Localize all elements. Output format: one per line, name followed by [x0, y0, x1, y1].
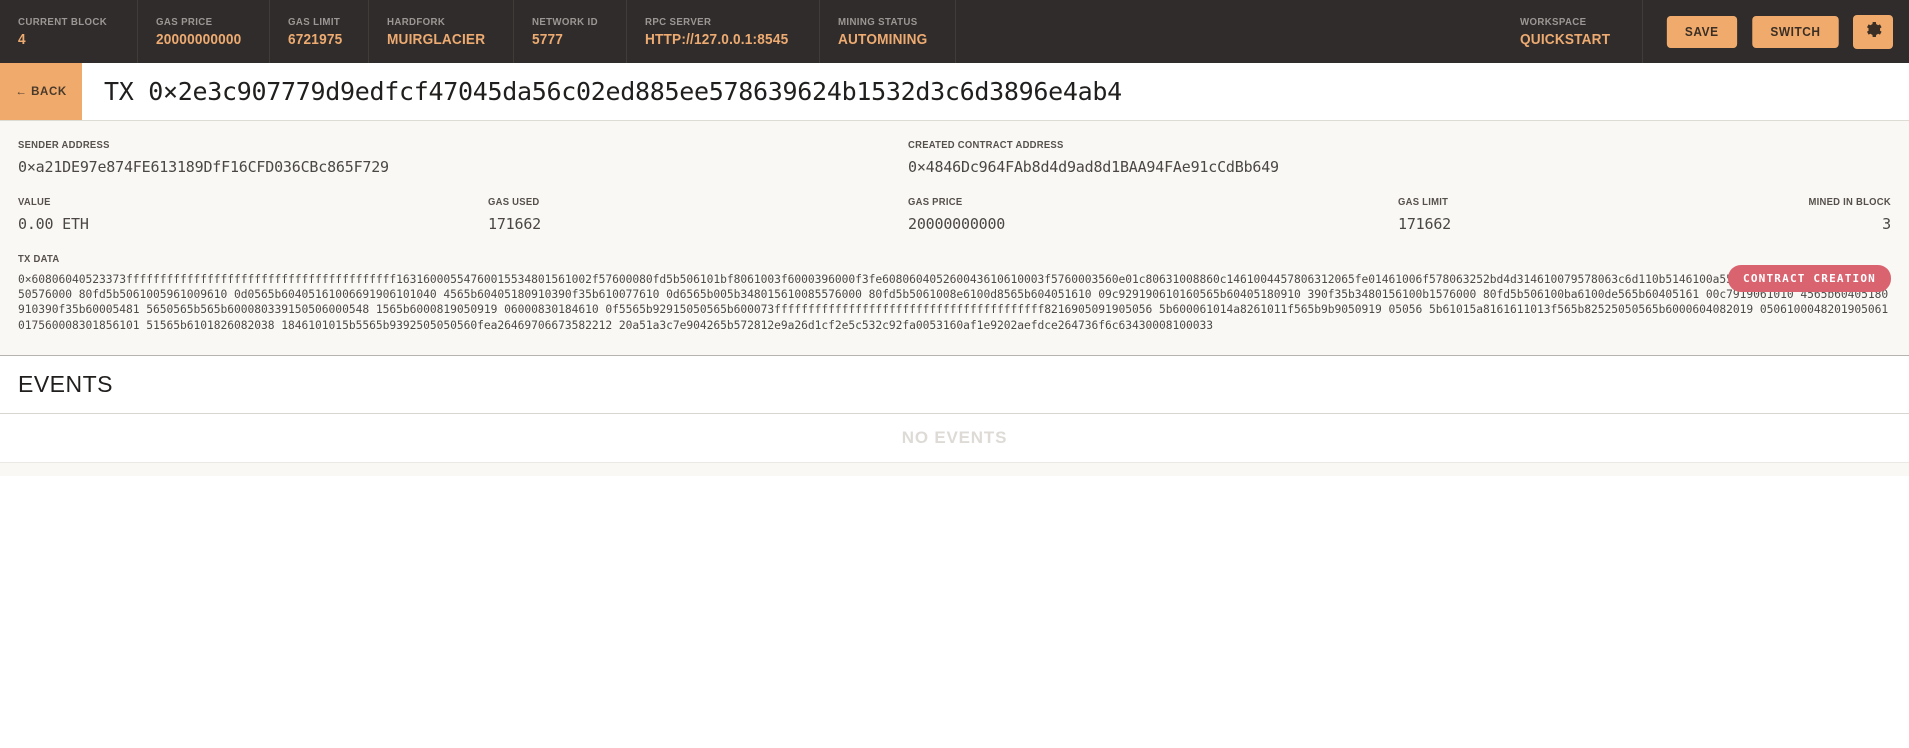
stat-label: HARDFORK	[386, 15, 445, 28]
stat-mining-status: MINING STATUS AUTOMINING	[820, 0, 957, 63]
status-badge: CONTRACT CREATION	[1728, 265, 1891, 292]
stat-value: 4	[18, 31, 26, 48]
save-button[interactable]: SAVE	[1666, 15, 1737, 48]
stat-value: 5777	[532, 31, 564, 48]
created-contract-address-label: CREATED CONTRACT ADDRESS	[908, 139, 1064, 151]
stat-label: CURRENT BLOCK	[18, 15, 108, 28]
stat-label: GAS PRICE	[155, 15, 213, 28]
gas-used-value: 171662	[488, 215, 541, 233]
stat-network-id: NETWORK ID 5777	[514, 0, 627, 63]
gear-icon	[1864, 20, 1883, 44]
created-contract-address-value: 0×4846Dc964FAb8d4d9ad8d1BAA94FAe91cCdBb6…	[908, 158, 1279, 176]
stat-value: AUTOMINING	[838, 31, 928, 48]
mined-in-block-label: MINED IN BLOCK	[1808, 196, 1891, 208]
tx-data-value: 0×60806040523373ffffffffffffffffffffffff…	[18, 273, 1889, 332]
events-bottom-strip	[0, 461, 1909, 476]
address-row: SENDER ADDRESS 0×a21DE97e874FE613189DfF1…	[18, 139, 1891, 176]
tx-data-row: TX DATA 0×60806040523373ffffffffffffffff…	[18, 253, 1891, 333]
events-section-header: EVENTS	[0, 355, 1909, 414]
mined-in-block-value: 3	[1882, 215, 1891, 233]
value-value: 0.00 ETH	[18, 215, 89, 233]
tx-header-bar: ← BACK TX 0×2e3c907779d9edfcf47045da56c0…	[0, 63, 1909, 121]
gas-price-value: 20000000000	[908, 215, 1006, 233]
value-label: VALUE	[18, 196, 51, 208]
stat-hardfork: HARDFORK MUIRGLACIER	[369, 0, 515, 63]
workspace-value: QUICKSTART	[1519, 31, 1610, 48]
mined-in-block-field: MINED IN BLOCK 3	[1798, 196, 1891, 233]
workspace-info: WORKSPACE QUICKSTART	[1502, 0, 1643, 63]
stat-value: HTTP://127.0.0.1:8545	[644, 31, 789, 48]
stat-value: 20000000000	[155, 31, 242, 48]
stat-rpc-server: RPC SERVER HTTP://127.0.0.1:8545	[627, 0, 821, 63]
stat-current-block: CURRENT BLOCK 4	[0, 0, 138, 63]
gas-limit-value: 171662	[1398, 215, 1451, 233]
stat-label: NETWORK ID	[532, 15, 599, 28]
app-root: CURRENT BLOCK 4 GAS PRICE 20000000000 GA…	[0, 0, 1909, 748]
stat-value: 6721975	[287, 31, 343, 48]
gas-limit-label: GAS LIMIT	[1398, 196, 1449, 208]
settings-button[interactable]	[1853, 14, 1893, 49]
gas-used-label: GAS USED	[488, 196, 540, 208]
sender-address-field: SENDER ADDRESS 0×a21DE97e874FE613189DfF1…	[18, 139, 908, 176]
transaction-details-panel: SENDER ADDRESS 0×a21DE97e874FE613189DfF1…	[0, 121, 1909, 356]
tx-data-label: TX DATA	[18, 253, 60, 265]
value-field: VALUE 0.00 ETH	[18, 196, 488, 233]
gas-row: VALUE 0.00 ETH GAS USED 171662 GAS PRICE…	[18, 196, 1891, 233]
stat-gas-limit: GAS LIMIT 6721975	[270, 0, 369, 63]
gas-limit-field: GAS LIMIT 171662	[1398, 196, 1798, 233]
topbar-actions: SAVE SWITCH	[1643, 0, 1909, 63]
sender-address-value: 0×a21DE97e874FE613189DfF16CFD036CBc865F7…	[18, 158, 389, 176]
sender-address-label: SENDER ADDRESS	[18, 139, 110, 151]
events-title: EVENTS	[18, 370, 114, 397]
switch-button[interactable]: SWITCH	[1752, 15, 1839, 48]
workspace-label: WORKSPACE	[1519, 15, 1587, 28]
stat-label: RPC SERVER	[644, 15, 712, 28]
gas-price-label: GAS PRICE	[908, 196, 963, 208]
gas-used-field: GAS USED 171662	[488, 196, 908, 233]
no-events-message: NO EVENTS	[0, 413, 1909, 462]
stat-label: GAS LIMIT	[287, 15, 340, 28]
tx-data-field: TX DATA 0×60806040523373ffffffffffffffff…	[18, 253, 1891, 333]
top-status-bar: CURRENT BLOCK 4 GAS PRICE 20000000000 GA…	[0, 0, 1909, 63]
gas-price-field: GAS PRICE 20000000000	[908, 196, 1398, 233]
tx-hash-title: TX 0×2e3c907779d9edfcf47045da56c02ed885e…	[104, 77, 1122, 106]
created-contract-address-field: CREATED CONTRACT ADDRESS 0×4846Dc964FAb8…	[908, 139, 1891, 176]
stat-label: MINING STATUS	[838, 15, 918, 28]
page-filler	[0, 475, 1909, 748]
back-button[interactable]: ← BACK	[0, 63, 82, 120]
stat-gas-price: GAS PRICE 20000000000	[138, 0, 270, 63]
stat-value: MUIRGLACIER	[386, 31, 485, 48]
